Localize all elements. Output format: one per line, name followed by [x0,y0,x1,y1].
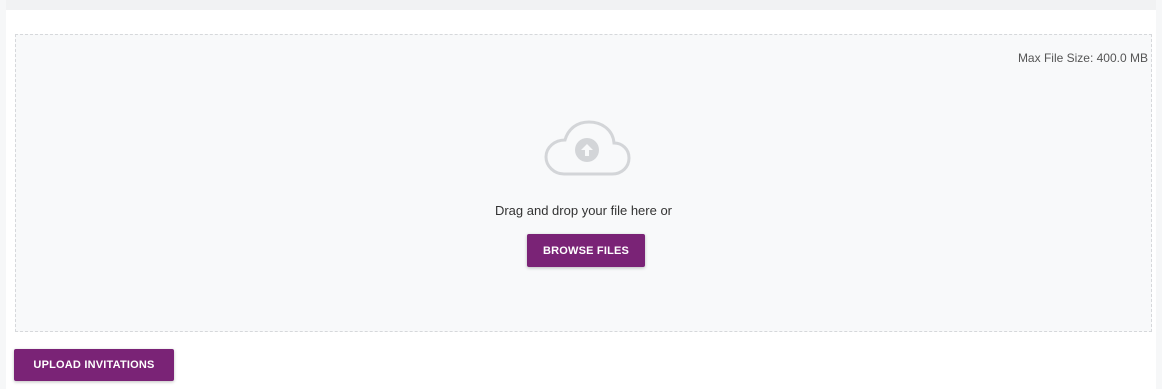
browse-files-button[interactable]: BROWSE FILES [527,234,645,267]
top-band [0,0,1162,10]
drop-instruction: Drag and drop your file here or [494,203,673,218]
upload-invitations-button[interactable]: UPLOAD INVITATIONS [14,349,174,381]
right-band [1156,0,1162,389]
max-file-size-label: Max File Size: 400.0 MB [1017,51,1148,65]
file-dropzone[interactable]: Max File Size: 400.0 MB Drag and drop yo… [15,34,1152,332]
cloud-upload-icon [544,120,631,176]
